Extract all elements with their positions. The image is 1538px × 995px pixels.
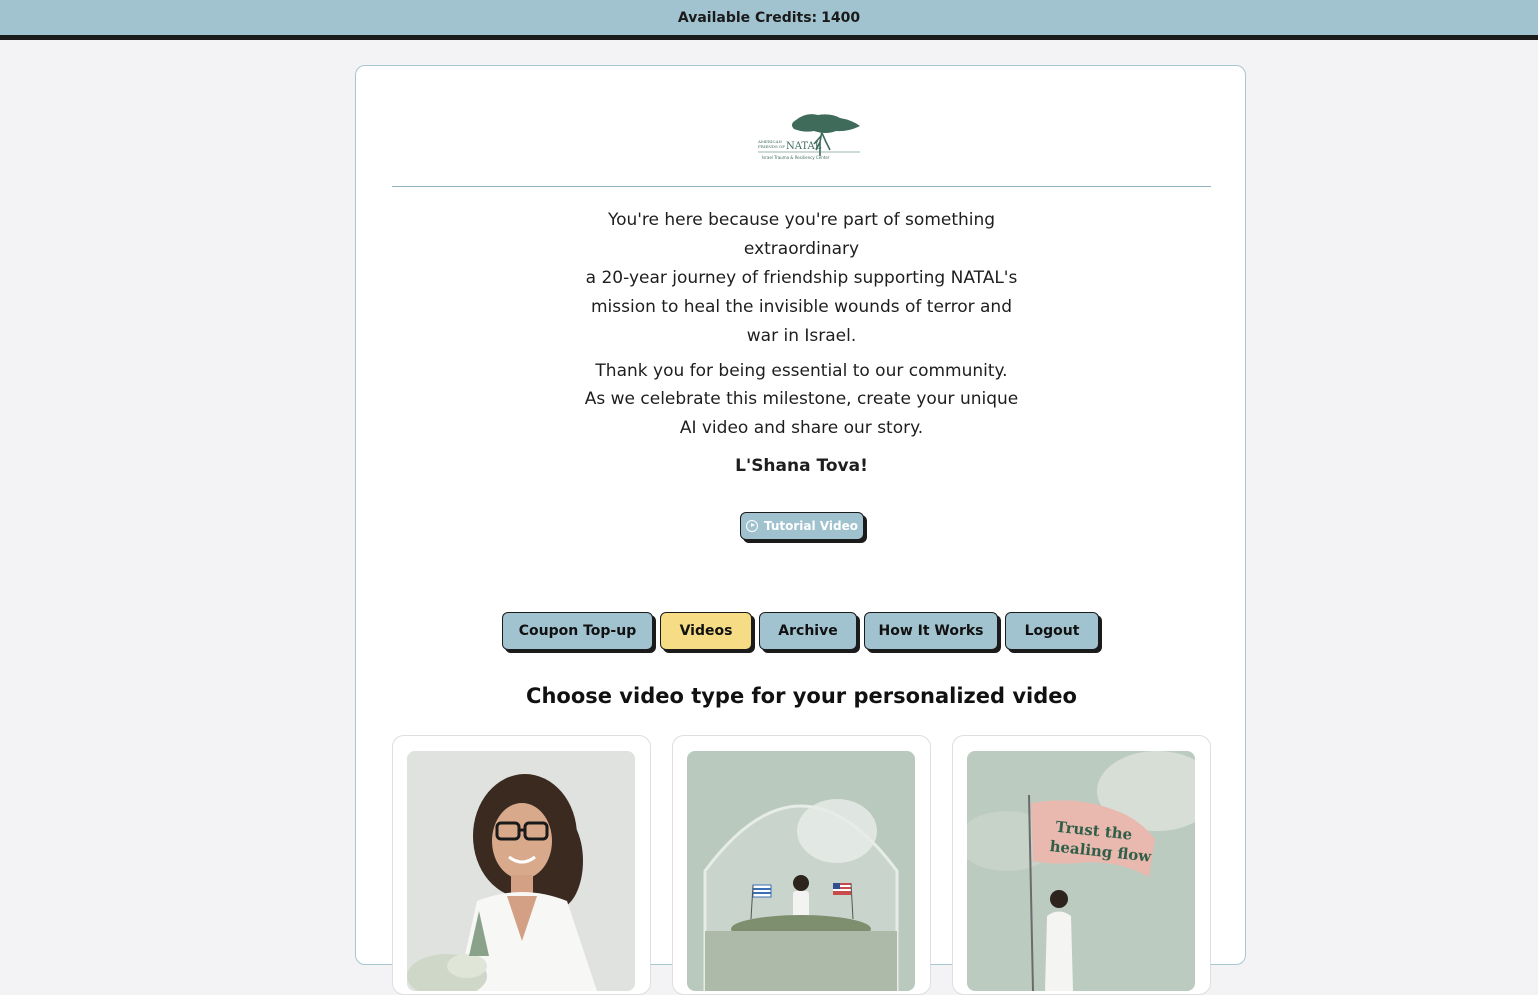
archive-button[interactable]: Archive xyxy=(759,612,857,650)
video-type-card-dome[interactable] xyxy=(672,735,931,995)
intro-line-3: Thank you for being essential to our com… xyxy=(595,361,1008,381)
video-type-card-portrait[interactable] xyxy=(392,735,651,995)
tutorial-video-button[interactable]: Tutorial Video xyxy=(740,512,864,540)
how-it-works-button[interactable]: How It Works xyxy=(864,612,998,650)
coupon-topup-button[interactable]: Coupon Top-up xyxy=(502,612,653,650)
videos-button[interactable]: Videos xyxy=(660,612,752,650)
video-type-card-flag[interactable]: Trust the healing flow xyxy=(952,735,1211,995)
greeting: L'Shana Tova! xyxy=(735,456,868,476)
video-thumbnail-dome xyxy=(687,751,915,991)
play-circle-icon xyxy=(746,520,758,532)
intro-line-1: You're here because you're part of somet… xyxy=(607,210,996,259)
intro-line-4: As we celebrate this milestone, create y… xyxy=(584,389,1019,438)
video-thumbnail-flag: Trust the healing flow xyxy=(967,751,1195,991)
logout-button[interactable]: Logout xyxy=(1005,612,1099,650)
svg-text:NATAL: NATAL xyxy=(786,141,822,152)
natal-logo: AMERICAN FRIENDS OF NATAL Israel Trauma … xyxy=(756,112,866,164)
intro-text: You're here because you're part of somet… xyxy=(576,206,1027,488)
credits-label: Available Credits: xyxy=(677,9,818,26)
main-card: AMERICAN FRIENDS OF NATAL Israel Trauma … xyxy=(355,65,1246,995)
svg-text:FRIENDS OF: FRIENDS OF xyxy=(758,144,785,149)
section-title: Choose video type for your personalized … xyxy=(526,684,1077,708)
credits-bar: Available Credits: 1400 xyxy=(0,0,1538,40)
svg-text:Israel Trauma & Resiliency Cen: Israel Trauma & Resiliency Center xyxy=(762,155,830,160)
video-thumbnail-portrait xyxy=(407,751,635,991)
intro-line-2: a 20-year journey of friendship supporti… xyxy=(585,268,1018,346)
tutorial-video-label: Tutorial Video xyxy=(764,519,858,533)
main-nav: Coupon Top-up Videos Archive How It Work… xyxy=(502,612,1099,652)
header-divider xyxy=(392,186,1211,187)
credits-value: 1400 xyxy=(821,9,861,26)
